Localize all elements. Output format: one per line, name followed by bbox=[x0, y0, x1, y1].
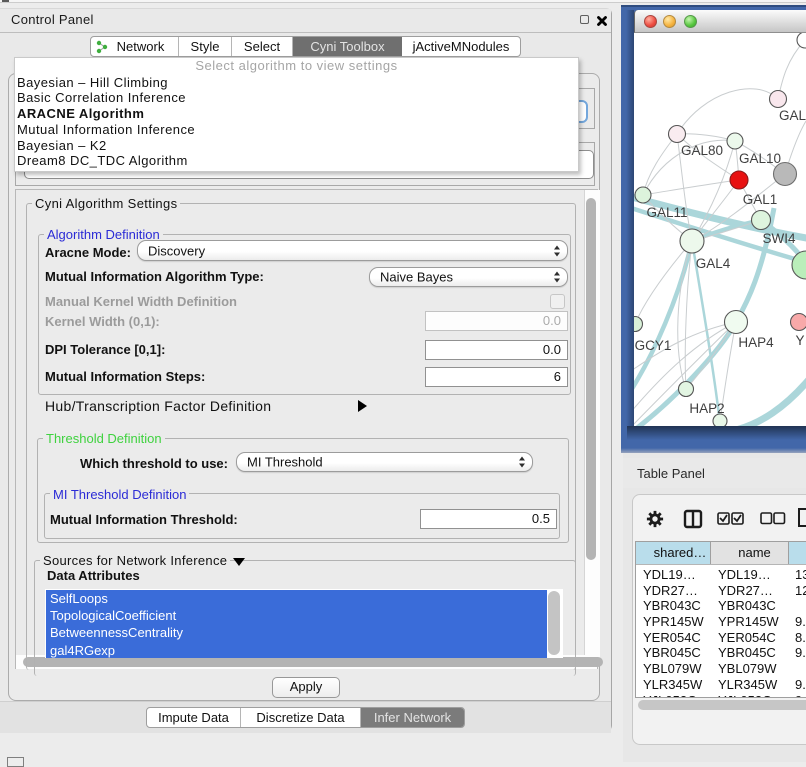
svg-text:GAL4: GAL4 bbox=[696, 256, 731, 271]
svg-text:HAP2: HAP2 bbox=[689, 401, 724, 416]
svg-text:GAL11: GAL11 bbox=[646, 205, 687, 220]
svg-text:GAL: GAL bbox=[779, 108, 806, 123]
svg-text:GAL10: GAL10 bbox=[739, 151, 781, 166]
svg-text:GAL80: GAL80 bbox=[681, 143, 723, 158]
svg-text:GCY1: GCY1 bbox=[635, 338, 672, 353]
svg-text:HAP4: HAP4 bbox=[738, 335, 774, 350]
svg-text:Y: Y bbox=[795, 333, 804, 348]
svg-text:SWI4: SWI4 bbox=[762, 231, 795, 246]
svg-text:GAL1: GAL1 bbox=[743, 192, 778, 207]
